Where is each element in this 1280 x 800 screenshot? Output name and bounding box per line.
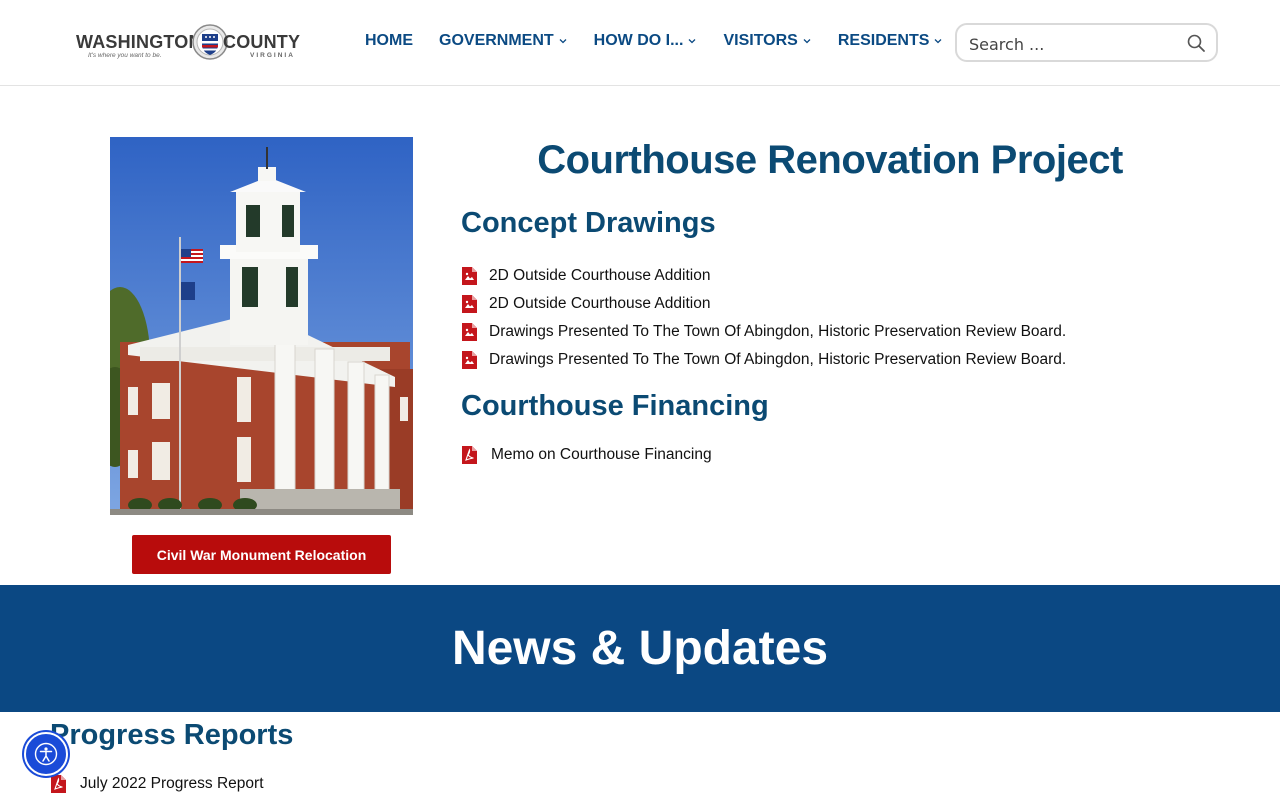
document-link[interactable]: July 2022 Progress Report: [50, 770, 264, 798]
news-updates-banner: News & Updates: [0, 585, 1280, 712]
image-file-icon: [462, 267, 477, 285]
document-link[interactable]: Drawings Presented To The Town Of Abingd…: [461, 318, 1066, 346]
courthouse-illustration: [110, 137, 413, 515]
chevron-down-icon: [934, 39, 942, 44]
nav-item-visitors[interactable]: VISITORS: [723, 32, 811, 50]
search-box: [955, 23, 1218, 62]
nav-item-label: HOME: [365, 32, 413, 49]
logo-state: VIRGINIA: [250, 52, 295, 59]
county-logo[interactable]: WASHINGTON COUNTY It's where you want to…: [74, 22, 300, 64]
accessibility-icon: [34, 742, 58, 766]
courthouse-financing-heading: Courthouse Financing: [461, 390, 769, 422]
pdf-file-icon: [51, 775, 66, 793]
logo-word-right: COUNTY: [223, 32, 301, 52]
search-input[interactable]: [969, 33, 1179, 55]
nav-item-label: GOVERNMENT: [439, 32, 554, 49]
document-link[interactable]: 2D Outside Courthouse Addition: [461, 262, 1066, 290]
concept-drawings-list: 2D Outside Courthouse Addition 2D Outsid…: [461, 262, 1066, 374]
concept-drawings-heading: Concept Drawings: [461, 207, 716, 239]
progress-reports-heading: Progress Reports: [50, 719, 294, 751]
nav-item-home[interactable]: HOME: [365, 32, 413, 50]
image-file-icon: [462, 351, 477, 369]
logo-word-left: WASHINGTON: [76, 32, 202, 52]
document-link[interactable]: Memo on Courthouse Financing: [461, 441, 712, 469]
progress-reports-list: July 2022 Progress Report: [50, 770, 264, 798]
document-link-label: Drawings Presented To The Town Of Abingd…: [489, 351, 1067, 368]
pdf-file-icon: [462, 446, 477, 464]
image-file-icon: [462, 295, 477, 313]
main-nav: HOME GOVERNMENT HOW DO I... VISITORS RES…: [365, 32, 969, 50]
logo-tagline: It's where you want to be.: [88, 52, 162, 59]
document-link-label: Memo on Courthouse Financing: [491, 446, 712, 463]
nav-item-label: VISITORS: [723, 32, 798, 49]
chevron-down-icon: [803, 39, 811, 44]
courthouse-photo: [110, 137, 413, 515]
search-icon[interactable]: [1186, 33, 1206, 53]
document-link-label: 2D Outside Courthouse Addition: [489, 295, 711, 312]
nav-item-residents[interactable]: RESIDENTS: [838, 32, 944, 50]
nav-item-label: RESIDENTS: [837, 32, 930, 49]
chevron-down-icon: [688, 39, 696, 44]
document-link[interactable]: Drawings Presented To The Town Of Abingd…: [461, 346, 1066, 374]
document-link[interactable]: 2D Outside Courthouse Addition: [461, 290, 1066, 318]
image-file-icon: [462, 323, 477, 341]
chevron-down-icon: [559, 39, 567, 44]
page-title: Courthouse Renovation Project: [537, 138, 1123, 182]
nav-item-government[interactable]: GOVERNMENT: [439, 32, 568, 50]
nav-item-how-do-i[interactable]: HOW DO I...: [594, 32, 698, 50]
document-link-label: 2D Outside Courthouse Addition: [489, 267, 711, 284]
news-updates-title: News & Updates: [451, 622, 829, 675]
nav-item-label: HOW DO I...: [593, 32, 684, 49]
document-link-label: Drawings Presented To The Town Of Abingd…: [489, 323, 1067, 340]
document-link-label: July 2022 Progress Report: [80, 775, 264, 792]
site-header: WASHINGTON COUNTY It's where you want to…: [0, 0, 1280, 86]
accessibility-button[interactable]: [24, 732, 68, 776]
civil-war-monument-button[interactable]: Civil War Monument Relocation: [132, 535, 391, 574]
courthouse-financing-list: Memo on Courthouse Financing: [461, 441, 712, 469]
